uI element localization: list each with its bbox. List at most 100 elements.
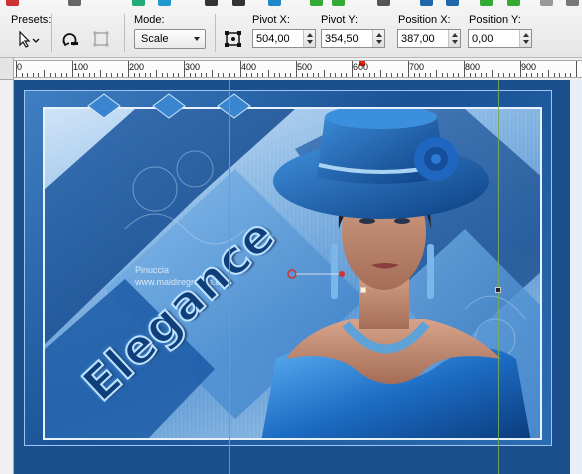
ruler-tick — [408, 61, 409, 77]
position-x-label: Position X: — [398, 14, 451, 26]
pivot-reset-button[interactable] — [220, 28, 246, 50]
transform-handle[interactable] — [360, 287, 366, 293]
transform-handle[interactable] — [495, 287, 501, 293]
toolbar-icon[interactable] — [232, 0, 245, 6]
ruler-tick — [66, 73, 68, 77]
vertical-ruler[interactable] — [0, 80, 14, 474]
ruler-tick — [88, 73, 90, 77]
pivot-x-spinner[interactable] — [303, 30, 315, 47]
ruler-tick — [396, 73, 398, 77]
ruler-tick — [520, 61, 521, 77]
artwork-image: Pinuccia www.maidiregrafica.eu Elegance — [14, 80, 570, 474]
image-canvas[interactable]: Pinuccia www.maidiregrafica.eu Elegance — [14, 80, 582, 474]
ruler-label: 700 — [409, 62, 425, 72]
toolbar-icon[interactable] — [566, 0, 579, 6]
mode-select[interactable]: Scale — [134, 29, 206, 49]
toolbar-icon[interactable] — [480, 0, 493, 6]
ruler-tick — [542, 73, 544, 77]
ruler-tick — [72, 61, 73, 77]
position-y-field[interactable]: 0,00 — [468, 29, 532, 48]
toolbar-icon[interactable] — [377, 0, 390, 6]
ruler-tick — [514, 73, 516, 77]
ruler-tick — [296, 61, 297, 77]
toolbar-icon[interactable] — [68, 0, 81, 6]
ruler-tick — [268, 70, 269, 77]
ruler-tick — [553, 73, 555, 77]
ruler-corner — [0, 58, 14, 80]
selection-guide-right[interactable] — [498, 80, 499, 474]
position-y-spinner[interactable] — [519, 30, 531, 47]
ruler-tick — [290, 73, 292, 77]
ruler-tick — [178, 73, 180, 77]
presets-dropdown-button[interactable] — [16, 28, 42, 50]
toolbar-icon[interactable] — [205, 0, 218, 6]
pick-tool-options-toolbar: Presets: Mode: Scale Pivot X: 504,00 Piv… — [0, 0, 582, 58]
ruler-tick — [335, 73, 337, 77]
chevron-down-icon — [194, 37, 200, 41]
ruler-tick — [184, 61, 185, 77]
ruler-tick — [357, 73, 359, 77]
ruler-tick — [240, 61, 241, 77]
pivot-x-value: 504,00 — [256, 33, 290, 45]
pivot-x-label: Pivot X: — [252, 14, 290, 26]
ruler-tick — [452, 73, 454, 77]
reset-rotation-button[interactable] — [58, 28, 84, 50]
ruler-tick — [570, 73, 572, 77]
pivot-y-label: Pivot Y: — [321, 14, 359, 26]
reset-shear-button[interactable] — [88, 28, 114, 50]
ruler-tick — [380, 70, 381, 77]
ruler-tick — [122, 73, 124, 77]
position-y-label: Position Y: — [469, 14, 521, 26]
ruler-tick — [469, 73, 471, 77]
ruler-tick — [284, 73, 286, 77]
pivot-rotation-handle[interactable] — [286, 264, 346, 284]
toolbar-icon[interactable] — [507, 0, 520, 6]
ruler-tick — [324, 70, 325, 77]
ruler-tick — [139, 73, 141, 77]
ruler-tick — [16, 61, 17, 77]
ruler-tick — [172, 73, 174, 77]
ruler-label: 500 — [297, 62, 313, 72]
ruler-tick — [200, 73, 202, 77]
pivot-y-field[interactable]: 354,50 — [321, 29, 385, 48]
rotate-icon — [62, 33, 78, 47]
toolbar-icon[interactable] — [332, 0, 345, 6]
ruler-tick — [436, 70, 437, 77]
toolbar-icon[interactable] — [158, 0, 171, 6]
toolbar-icon[interactable] — [310, 0, 323, 6]
ruler-tick — [346, 73, 348, 77]
ruler-tick — [503, 73, 505, 77]
ruler-tick — [161, 73, 163, 77]
toolbar-separator — [215, 14, 216, 52]
ruler-label: 100 — [73, 62, 89, 72]
ruler-tick — [301, 73, 303, 77]
ruler-tick — [475, 73, 477, 77]
ruler-tick — [391, 73, 393, 77]
ruler-label: 900 — [521, 62, 537, 72]
horizontal-ruler[interactable]: 0 100 200 300 400 500 600 700 800 900 — [14, 60, 582, 78]
ruler-tick — [329, 73, 331, 77]
toolbar-icon[interactable] — [132, 0, 145, 6]
toolbar-icon[interactable] — [6, 0, 19, 6]
position-x-spinner[interactable] — [448, 30, 460, 47]
pivot-y-spinner[interactable] — [372, 30, 384, 47]
toolbar-icon[interactable] — [268, 0, 281, 6]
toolbar-icon[interactable] — [446, 0, 459, 6]
ruler-tick — [363, 73, 365, 77]
ruler-tick — [525, 73, 527, 77]
position-y-value: 0,00 — [472, 33, 494, 45]
ruler-tick — [312, 73, 314, 77]
ruler-label: 0 — [17, 62, 23, 72]
ruler-tick — [531, 73, 533, 77]
ruler-tick — [77, 73, 79, 77]
ruler-tick — [105, 73, 107, 77]
ruler-tick — [21, 73, 23, 77]
position-x-field[interactable]: 387,00 — [397, 29, 461, 48]
toolbar-separator — [51, 14, 52, 52]
toolbar-icon[interactable] — [540, 0, 553, 6]
pivot-x-field[interactable]: 504,00 — [252, 29, 316, 48]
selection-guide-left[interactable] — [229, 80, 230, 474]
toolbar-icon[interactable] — [420, 0, 433, 6]
ruler-tick — [212, 70, 213, 77]
ruler-tick — [492, 70, 493, 77]
